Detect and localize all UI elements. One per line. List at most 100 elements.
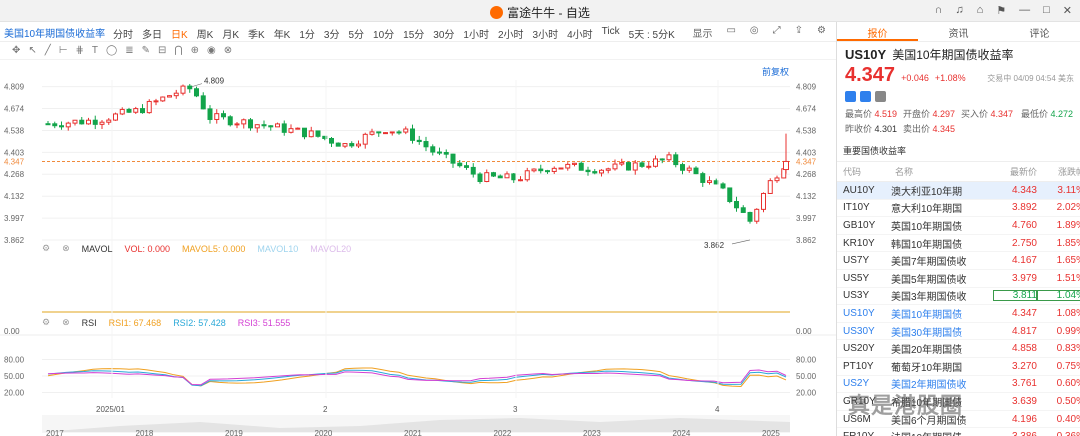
bell-icon[interactable]: ♫ [955, 4, 963, 17]
table-row[interactable]: US30Y 美国30年期国债 4.817 0.99% [837, 323, 1080, 341]
table-row[interactable]: US20Y 美国20年期国债 4.858 0.83% [837, 340, 1080, 358]
cell-price: 3.892 [1011, 202, 1037, 214]
pointer-icon[interactable]: ↖ [28, 45, 36, 56]
col-name[interactable]: 名称 [895, 165, 997, 178]
period-13[interactable]: 1小时 [463, 26, 489, 41]
table-row[interactable]: IT10Y 意大利10年期国 3.892 2.02% [837, 200, 1080, 218]
candle-body [403, 128, 409, 133]
table-row[interactable]: PT10Y 葡萄牙10年期国 3.270 0.75% [837, 358, 1080, 376]
period-10[interactable]: 10分 [373, 26, 394, 41]
period-9[interactable]: 5分 [348, 26, 364, 41]
mavol-settings-icon[interactable]: ⚙ [42, 243, 50, 254]
table-row[interactable]: US3Y 美国3年期国债收 3.8111.04% [837, 288, 1080, 306]
table-row[interactable]: AU10Y 澳大利亚10年期 4.343 3.11% [837, 182, 1080, 200]
pencil-icon[interactable]: ✎ [142, 45, 150, 56]
quote-name: 美国10年期国债收益率 [892, 48, 1014, 62]
rsi-close-icon[interactable]: ⊗ [62, 317, 70, 328]
settings-icon[interactable]: ⚙ [817, 25, 826, 40]
period-3[interactable]: 周K [197, 26, 214, 41]
fullscreen-icon[interactable]: ⤢ [773, 25, 781, 40]
text-tool-icon[interactable]: T [92, 45, 98, 56]
cell-price: 4.343 [1011, 184, 1037, 196]
share-icon[interactable]: ⇪ [795, 25, 803, 40]
candle-body [605, 168, 611, 171]
candle-body [565, 163, 571, 169]
candle-body [315, 130, 321, 137]
eye-icon[interactable]: ◉ [207, 45, 216, 56]
layout-icon[interactable]: ▭ [726, 25, 735, 40]
window-controls: ∩ ♫ ⌂ ⚑ — □ ✕ [934, 4, 1072, 17]
period-1[interactable]: 多日 [142, 26, 162, 41]
channel-tool-icon[interactable]: ⋕ [76, 45, 84, 56]
table-row[interactable]: US10Y 美国10年期国债 4.347 1.08% [837, 305, 1080, 323]
line-tool-icon[interactable]: ╱ [45, 45, 51, 56]
pin-icon[interactable]: ⚑ [996, 4, 1006, 17]
lock-icon[interactable]: ⊕ [191, 45, 199, 56]
y-tick-right: 4.809 [796, 83, 817, 92]
col-change[interactable]: 涨跌幅 [1037, 165, 1080, 178]
period-17[interactable]: Tick [602, 26, 620, 41]
candle-body [180, 85, 186, 94]
candle-body [227, 116, 233, 126]
period-7[interactable]: 1分 [299, 26, 315, 41]
display-menu[interactable]: 显示 [692, 25, 712, 40]
table-row[interactable]: KR10Y 韩国10年期国债 2.750 1.85% [837, 235, 1080, 253]
period-8[interactable]: 3分 [324, 26, 340, 41]
share-action-icon[interactable] [845, 91, 856, 102]
col-price[interactable]: 最新价 [997, 165, 1037, 178]
minimize-icon[interactable]: — [1019, 4, 1030, 17]
candle-body [680, 164, 685, 171]
note-action-icon[interactable] [860, 91, 871, 102]
close-icon[interactable]: ✕ [1063, 4, 1072, 17]
candle-body [268, 125, 274, 128]
period-16[interactable]: 4小时 [567, 26, 593, 41]
crosshair-icon[interactable]: ✥ [12, 45, 20, 56]
maximize-icon[interactable]: □ [1043, 4, 1050, 17]
fib-tool-icon[interactable]: ≣ [125, 45, 133, 56]
cell-change: 0.36% [1037, 431, 1080, 436]
camera-icon[interactable]: ◎ [750, 25, 759, 40]
tab-quote[interactable]: 报价 [837, 22, 918, 41]
ruler-icon[interactable]: ⊟ [158, 45, 166, 56]
tab-news[interactable]: 资讯 [918, 22, 999, 41]
table-row[interactable]: US5Y 美国5年期国债收 3.979 1.51% [837, 270, 1080, 288]
rsi-title[interactable]: RSI [82, 318, 97, 328]
quote-header: US10Y 美国10年期国债收益率 4.347 +0.046 +1.08% 交易… [837, 42, 1080, 102]
chart-tools: 显示 ▭ ◎ ⤢ ⇪ ⚙ [692, 25, 826, 40]
restore-button[interactable]: 前复权 [762, 65, 789, 78]
period-2[interactable]: 日K [171, 26, 188, 41]
table-row[interactable]: GB10Y 英国10年期国债 4.760 1.89% [837, 217, 1080, 235]
period-12[interactable]: 30分 [433, 26, 454, 41]
period-14[interactable]: 2小时 [498, 26, 524, 41]
cell-change: 0.75% [1056, 360, 1080, 372]
period-15[interactable]: 3小时 [533, 26, 559, 41]
shirt-icon[interactable]: ⌂ [977, 4, 984, 17]
cell-name: 意大利10年期国 [891, 204, 963, 216]
mavol-title[interactable]: MAVOL [82, 244, 113, 254]
magnet-icon[interactable]: ⋂ [174, 45, 182, 56]
period-5[interactable]: 季K [248, 26, 265, 41]
table-row[interactable]: US7Y 美国7年期国债收 4.167 1.65% [837, 252, 1080, 270]
shape-tool-icon[interactable]: ◯ [106, 45, 117, 56]
candle-body [626, 162, 631, 171]
cell-price: 3.270 [1011, 360, 1037, 372]
period-0[interactable]: 分时 [113, 26, 133, 41]
headset-icon[interactable]: ∩ [934, 4, 942, 17]
tab-comments[interactable]: 评论 [999, 22, 1080, 41]
rsi-settings-icon[interactable]: ⚙ [42, 317, 50, 328]
period-6[interactable]: 年K [274, 26, 291, 41]
candle-body [700, 173, 706, 183]
symbol-tab[interactable]: 美国10年期国债收益率 [4, 25, 105, 40]
period-18[interactable]: 5天 : 5分K [629, 26, 675, 41]
mavol-close-icon[interactable]: ⊗ [62, 243, 70, 254]
candle-body [173, 92, 179, 97]
table-row[interactable]: FR10Y法国10年期国债3.3860.36% [837, 428, 1080, 436]
cell-price: 4.167 [1011, 255, 1037, 267]
hline-tool-icon[interactable]: ⊢ [59, 45, 68, 56]
period-4[interactable]: 月K [222, 26, 239, 41]
cell-price: 2.750 [1011, 237, 1037, 249]
more-action-icon[interactable] [875, 91, 886, 102]
trash-icon[interactable]: ⊗ [224, 45, 232, 56]
period-11[interactable]: 15分 [403, 26, 424, 41]
col-code[interactable]: 代码 [843, 165, 895, 178]
